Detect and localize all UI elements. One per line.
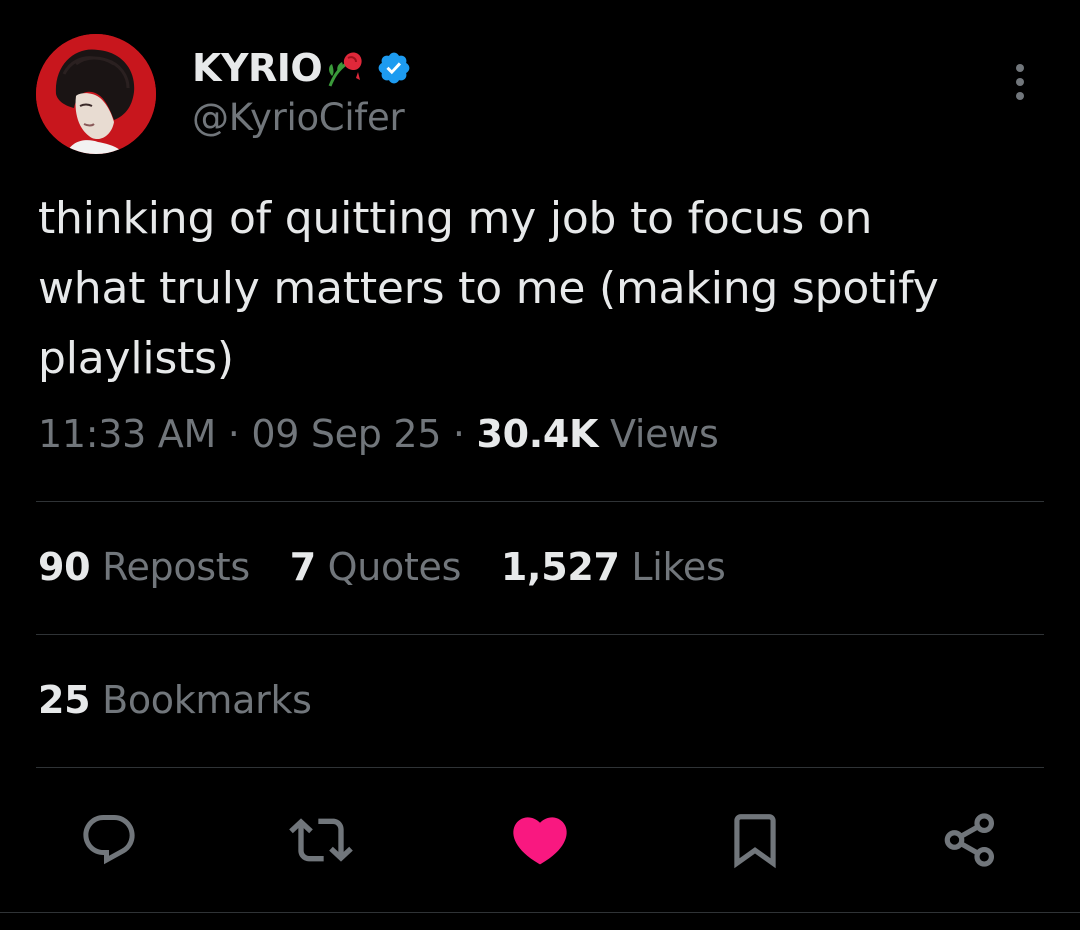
likes-label: Likes <box>631 545 726 589</box>
quotes-label: Quotes <box>327 545 462 589</box>
repost-icon <box>289 818 353 862</box>
divider <box>36 767 1044 768</box>
views-label: Views <box>609 412 719 456</box>
author-handle[interactable]: @KyrioCifer <box>192 96 405 139</box>
bookmarks-count: 25 <box>38 678 91 722</box>
reply-button[interactable] <box>74 805 144 875</box>
more-options-button[interactable] <box>1004 60 1036 104</box>
like-icon <box>513 817 567 865</box>
reply-icon <box>83 815 135 865</box>
bookmark-icon <box>734 814 776 869</box>
avatar[interactable] <box>36 34 156 154</box>
display-name[interactable]: KYRIO <box>192 46 323 90</box>
bookmarks-stat[interactable]: 25 Bookmarks <box>38 678 312 722</box>
tweet-meta: 11:33 AM · 09 Sep 25 · 30.4K Views <box>38 412 719 456</box>
meta-separator: · <box>227 412 240 456</box>
tweet-detail: KYRIO @KyrioCifer thinking of quitting m… <box>0 0 1080 930</box>
bookmarks-label: Bookmarks <box>102 678 312 722</box>
share-icon <box>944 813 995 867</box>
quotes-stat[interactable]: 7 Quotes <box>289 545 462 589</box>
bookmark-button[interactable] <box>720 805 790 875</box>
tweet-date[interactable]: 09 Sep 25 <box>251 412 441 456</box>
divider <box>0 912 1080 913</box>
quotes-count: 7 <box>289 545 316 589</box>
likes-stat[interactable]: 1,527 Likes <box>501 545 726 589</box>
meta-separator: · <box>452 412 465 456</box>
reposts-stat[interactable]: 90 Reposts <box>38 545 250 589</box>
divider <box>36 634 1044 635</box>
engagement-stats: 90 Reposts 7 Quotes 1,527 Likes <box>38 545 753 589</box>
tweet-text: thinking of quitting my job to focus on … <box>38 193 939 384</box>
likes-count: 1,527 <box>500 545 620 589</box>
share-button[interactable] <box>935 805 1005 875</box>
tweet-time[interactable]: 11:33 AM <box>38 412 216 456</box>
reposts-label: Reposts <box>102 545 250 589</box>
reposts-count: 90 <box>38 545 91 589</box>
more-vertical-icon <box>1016 64 1024 100</box>
action-bar <box>0 805 1080 875</box>
verified-badge-icon <box>376 50 412 86</box>
avatar-image <box>36 34 156 154</box>
rose-icon <box>324 48 368 88</box>
author-name-row[interactable]: KYRIO <box>192 42 412 94</box>
divider <box>36 501 1044 502</box>
like-button[interactable] <box>505 805 575 875</box>
views-count[interactable]: 30.4K <box>476 412 598 456</box>
repost-button[interactable] <box>286 805 356 875</box>
